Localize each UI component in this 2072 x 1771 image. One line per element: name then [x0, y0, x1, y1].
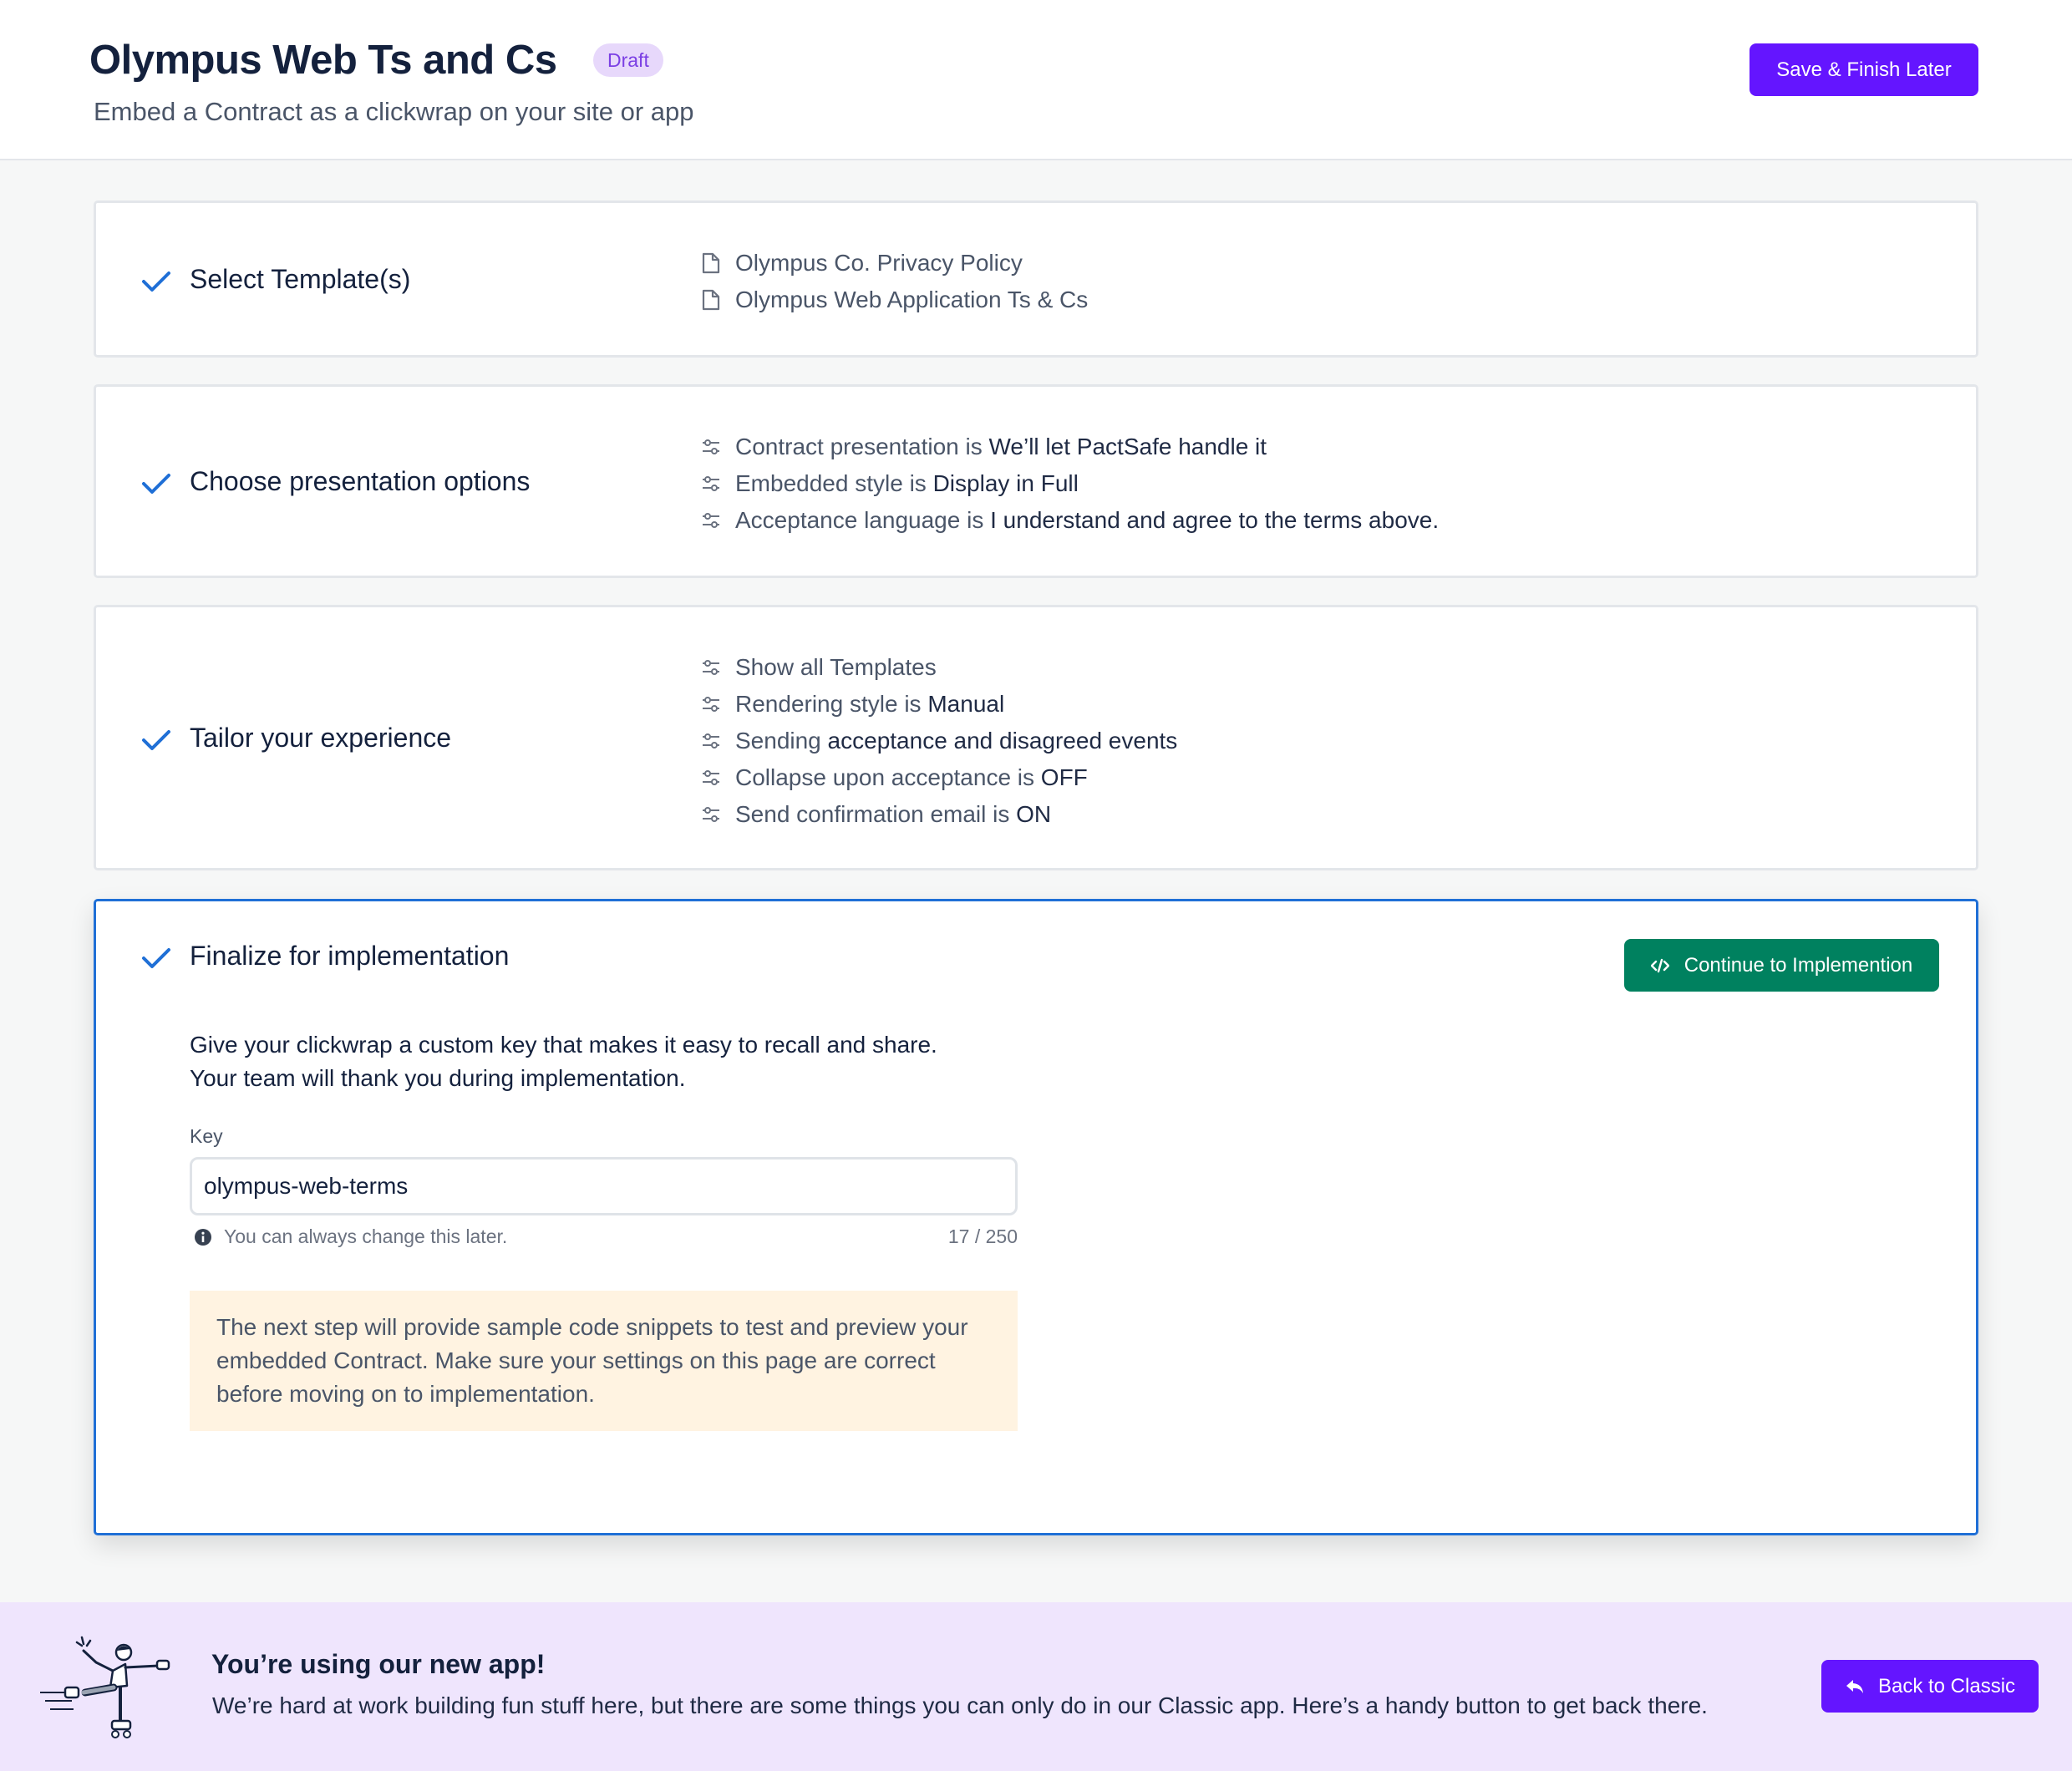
finalize-description: Give your clickwrap a custom key that ma… — [190, 1028, 1109, 1095]
setting-label: Collapse upon acceptance is — [735, 764, 1035, 790]
sliders-icon — [703, 733, 719, 748]
code-icon — [1650, 958, 1669, 972]
experience-settings-list: Show all Templates Rendering style is Ma… — [702, 649, 1177, 833]
setting-label: Send confirmation email is — [735, 801, 1010, 827]
list-item: Acceptance language is I understand and … — [702, 502, 1439, 539]
sliders-icon — [703, 807, 719, 822]
setting-value: Display in Full — [932, 470, 1079, 496]
list-item: Sending acceptance and disagreed events — [702, 723, 1177, 759]
document-icon — [702, 252, 720, 274]
description-line: Give your clickwrap a custom key that ma… — [190, 1032, 937, 1058]
step-title: Choose presentation options — [190, 466, 531, 496]
sliders-icon — [703, 513, 719, 528]
character-counter: 17 / 250 — [947, 1225, 1018, 1247]
list-item: Rendering style is Manual — [702, 686, 1177, 723]
template-name: Olympus Co. Privacy Policy — [735, 250, 1023, 276]
back-to-classic-label: Back to Classic — [1877, 1674, 2016, 1697]
setting-label: Acceptance language is — [735, 507, 984, 533]
reply-arrow-icon — [1846, 1679, 1863, 1693]
presentation-settings-list: Contract presentation is We’ll let PactS… — [702, 429, 1439, 539]
check-icon — [142, 730, 170, 750]
banner-text: We’re hard at work building fun stuff he… — [212, 1692, 1708, 1718]
key-field-label: Key — [190, 1125, 223, 1147]
template-list: Olympus Co. Privacy Policy Olympus Web A… — [702, 245, 1088, 318]
setting-value: OFF — [1040, 764, 1088, 790]
document-icon — [702, 289, 720, 311]
save-finish-later-button[interactable]: Save & Finish Later — [1750, 43, 1978, 96]
step-card-experience[interactable]: Tailor your experience Show all Template… — [94, 605, 1978, 870]
setting-label: Rendering style is — [735, 691, 922, 717]
notice-box: The next step will provide sample code s… — [190, 1291, 1018, 1431]
status-badge: Draft — [593, 43, 663, 77]
key-input[interactable] — [190, 1157, 1018, 1215]
list-item[interactable]: Olympus Web Application Ts & Cs — [702, 282, 1088, 318]
page-subtitle: Embed a Contract as a clickwrap on your … — [94, 97, 694, 126]
sliders-icon — [703, 660, 719, 675]
step-card-templates[interactable]: Select Template(s) Olympus Co. Privacy P… — [94, 200, 1978, 358]
continue-button-label: Continue to Implemention — [1684, 953, 1913, 977]
sliders-icon — [703, 770, 719, 785]
info-icon — [195, 1228, 211, 1246]
sliders-icon — [703, 476, 719, 491]
key-hint: You can always change this later. — [194, 1225, 507, 1248]
step-title: Finalize for implementation — [190, 941, 510, 971]
skater-illustration — [40, 1636, 170, 1738]
step-card-finalize: Finalize for implementation Continue to … — [94, 899, 1978, 1535]
page-title: Olympus Web Ts and Cs — [89, 38, 557, 83]
setting-value: We’ll let PactSafe handle it — [988, 434, 1267, 459]
list-item: Send confirmation email is ON — [702, 796, 1177, 833]
list-item: Embedded style is Display in Full — [702, 465, 1439, 502]
setting-value: acceptance and disagreed events — [827, 728, 1178, 754]
setting-value: I understand and agree to the terms abov… — [990, 507, 1440, 533]
step-title: Select Template(s) — [190, 264, 411, 294]
setting-label: Show all Templates — [735, 654, 937, 680]
hint-text: You can always change this later. — [224, 1225, 508, 1247]
check-icon — [142, 948, 170, 968]
sliders-icon — [703, 697, 719, 712]
template-name: Olympus Web Application Ts & Cs — [735, 287, 1089, 312]
setting-value: ON — [1016, 801, 1052, 827]
list-item: Show all Templates — [702, 649, 1177, 686]
setting-label: Embedded style is — [735, 470, 927, 496]
back-to-classic-button[interactable]: Back to Classic — [1821, 1660, 2039, 1713]
list-item: Collapse upon acceptance is OFF — [702, 759, 1177, 796]
new-app-banner: You’re using our new app! We’re hard at … — [0, 1602, 2072, 1771]
setting-value: Manual — [927, 691, 1005, 717]
list-item[interactable]: Olympus Co. Privacy Policy — [702, 245, 1088, 282]
description-line: Your team will thank you during implemen… — [190, 1065, 686, 1091]
check-icon — [142, 474, 170, 494]
page-header: Olympus Web Ts and Cs Draft Embed a Cont… — [0, 0, 2072, 160]
sliders-icon — [703, 439, 719, 454]
setting-label: Sending — [735, 728, 821, 754]
continue-to-implementation-button[interactable]: Continue to Implemention — [1624, 939, 1939, 992]
step-title: Tailor your experience — [190, 723, 452, 753]
list-item: Contract presentation is We’ll let PactS… — [702, 429, 1439, 465]
step-card-presentation[interactable]: Choose presentation options Contract pre… — [94, 384, 1978, 578]
check-icon — [142, 271, 170, 292]
banner-title: You’re using our new app! — [211, 1649, 546, 1679]
setting-label: Contract presentation is — [735, 434, 983, 459]
